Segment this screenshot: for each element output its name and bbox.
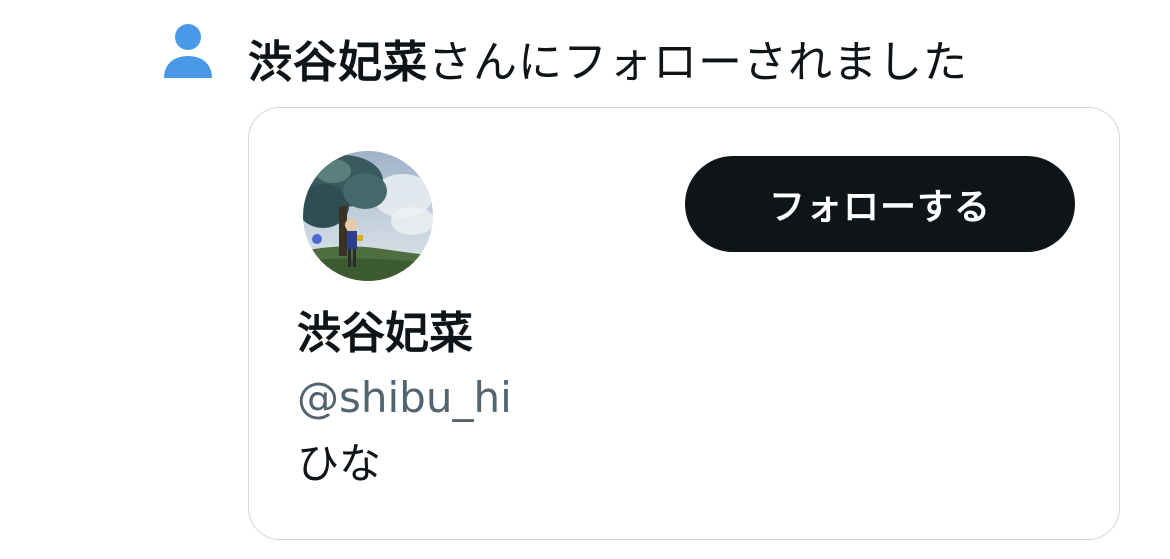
notification-message: 渋谷妃菜さんにフォローされました <box>248 30 968 96</box>
person-icon <box>162 20 214 82</box>
avatar[interactable] <box>303 151 433 281</box>
follow-button[interactable]: フォローする <box>685 156 1075 252</box>
follower-name[interactable]: 渋谷妃菜 <box>248 37 428 88</box>
user-bio: ひな <box>297 439 382 488</box>
notification-suffix: さんにフォローされました <box>428 37 968 88</box>
user-card[interactable]: フォローする 渋谷妃菜 @shibu_hi ひな <box>248 107 1120 540</box>
display-name[interactable]: 渋谷妃菜 <box>297 304 473 364</box>
user-handle[interactable]: @shibu_hi <box>297 368 512 428</box>
